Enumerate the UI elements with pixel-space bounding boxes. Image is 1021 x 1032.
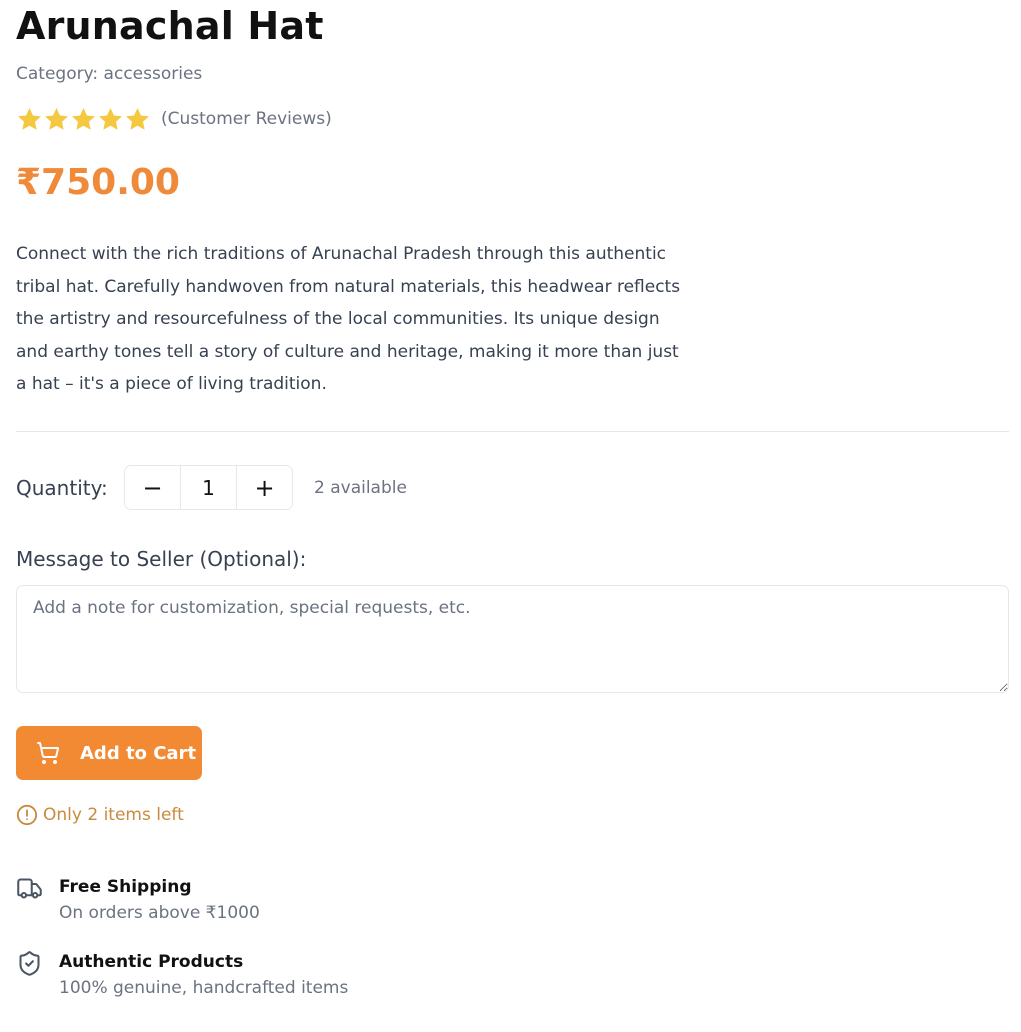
decrement-button[interactable]: −	[125, 466, 180, 509]
truck-icon	[17, 878, 42, 899]
feature-authentic-products: Authentic Products 100% genuine, handcra…	[16, 950, 348, 1002]
feature-text: Free Shipping On orders above ₹1000	[59, 875, 260, 927]
quantity-stepper: − 1 +	[124, 465, 293, 510]
product-description: Connect with the rich traditions of Arun…	[16, 244, 681, 394]
product-title: Arunachal Hat	[16, 4, 324, 48]
star-icon	[45, 108, 68, 130]
feature-text: Authentic Products 100% genuine, handcra…	[59, 950, 348, 1002]
message-to-seller-input[interactable]	[16, 585, 1009, 693]
add-to-cart-button[interactable]: Add to Cart	[16, 726, 202, 780]
feature-free-shipping: Free Shipping On orders above ₹1000	[16, 875, 260, 927]
product-rating: (Customer Reviews)	[16, 106, 332, 133]
reviews-link[interactable]: (Customer Reviews)	[161, 106, 332, 133]
star-icon	[126, 108, 149, 130]
increment-button[interactable]: +	[237, 466, 292, 509]
available-count: 2 available	[314, 477, 407, 498]
star-icon	[99, 108, 122, 130]
quantity-value[interactable]: 1	[180, 466, 237, 509]
section-divider	[16, 431, 1009, 432]
feature-title: Authentic Products	[59, 952, 244, 972]
star-icon	[18, 108, 41, 130]
star-icon	[72, 108, 95, 130]
product-price: ₹750.00	[16, 162, 180, 203]
quantity-label: Quantity:	[16, 475, 108, 500]
cart-icon	[37, 742, 60, 764]
feature-subtitle: 100% genuine, handcrafted items	[59, 978, 349, 998]
stock-warning: Only 2 items left	[16, 803, 184, 827]
feature-subtitle: On orders above ₹1000	[59, 903, 260, 923]
add-to-cart-label: Add to Cart	[80, 742, 197, 764]
product-category: Category: accessories	[16, 64, 203, 84]
message-label: Message to Seller (Optional):	[16, 547, 307, 571]
stock-warning-text: Only 2 items left	[43, 805, 184, 825]
alert-circle-icon	[16, 804, 38, 826]
shield-check-icon	[19, 951, 40, 976]
feature-title: Free Shipping	[59, 877, 192, 897]
rating-stars	[16, 106, 151, 133]
quantity-row: Quantity: − 1 + 2 available	[16, 465, 407, 510]
